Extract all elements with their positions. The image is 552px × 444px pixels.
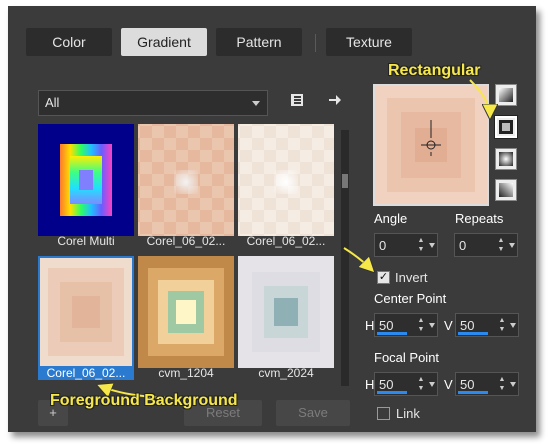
arrow-to-rectangular-icon — [469, 79, 490, 116]
rectangular-annotation: Rectangular — [388, 62, 481, 79]
foreground-background-annotation: Foreground Background — [50, 392, 238, 409]
arrow-to-invert-icon — [343, 247, 372, 270]
